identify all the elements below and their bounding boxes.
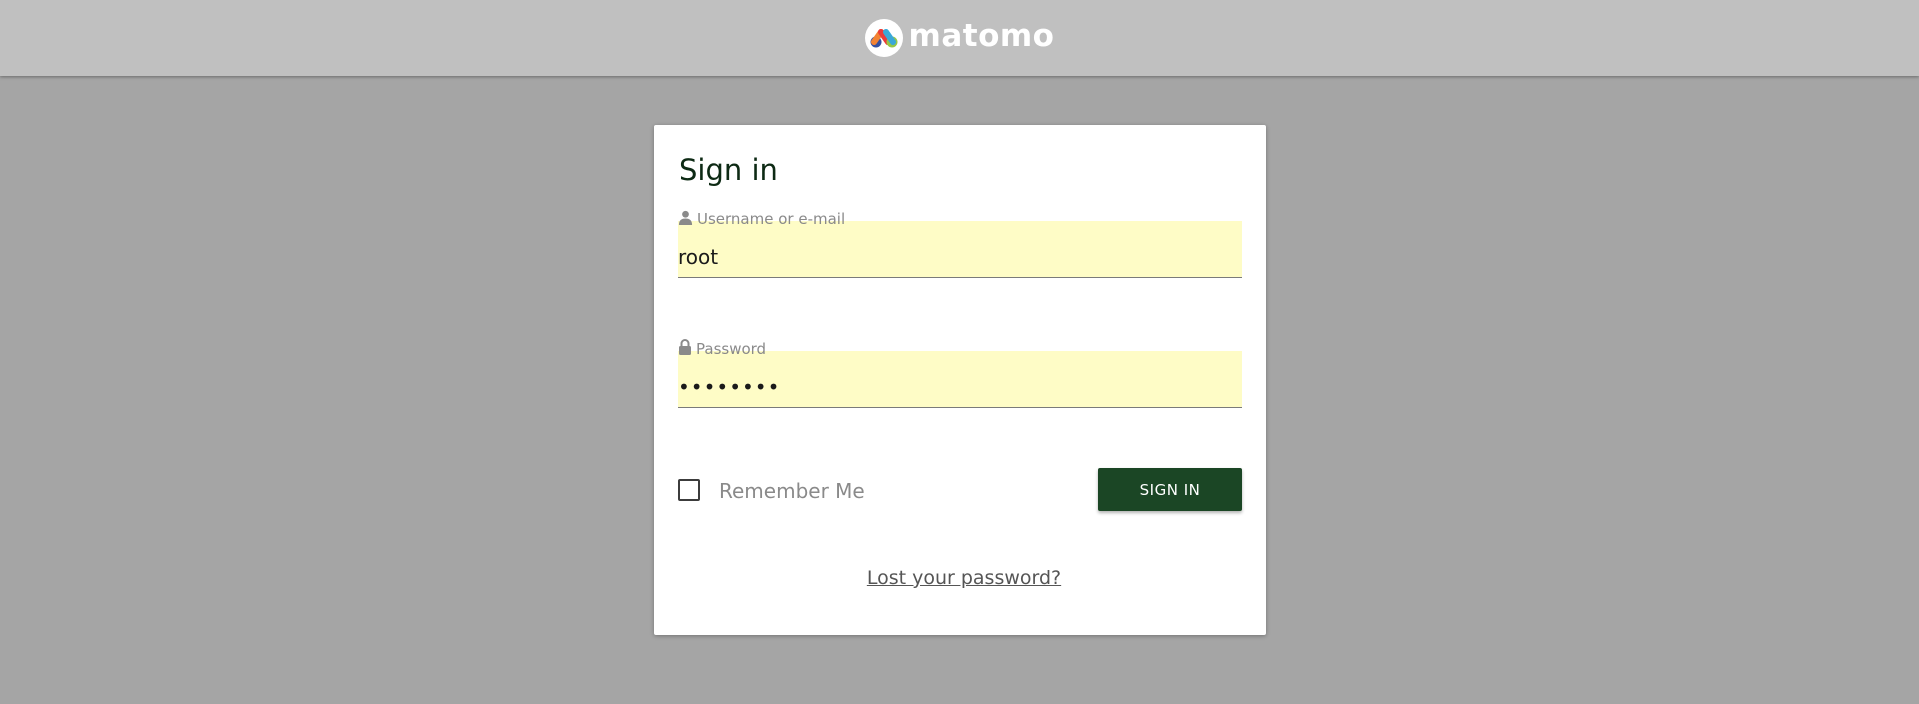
- login-card: Sign in Username or e-mail Password: [654, 125, 1266, 635]
- password-field: Password: [678, 339, 1242, 408]
- sign-in-button[interactable]: SIGN IN: [1098, 468, 1242, 511]
- user-icon: [678, 210, 693, 229]
- username-label: Username or e-mail: [678, 209, 1242, 229]
- remember-me-checkbox[interactable]: [678, 478, 700, 501]
- remember-me[interactable]: Remember Me: [678, 476, 865, 503]
- password-label-text: Password: [696, 340, 767, 358]
- lost-password-link[interactable]: Lost your password?: [867, 567, 1061, 589]
- password-input[interactable]: [678, 351, 1242, 408]
- matomo-logo-text: matomo: [908, 18, 1055, 54]
- matomo-logo-icon: [864, 19, 903, 57]
- remember-me-label[interactable]: Remember Me: [719, 479, 865, 503]
- page-title: Sign in: [679, 153, 778, 187]
- matomo-logo[interactable]: matomo: [864, 18, 1055, 57]
- username-label-text: Username or e-mail: [697, 210, 846, 228]
- password-label: Password: [678, 339, 1242, 359]
- username-input[interactable]: [678, 221, 1242, 278]
- lock-icon: [678, 339, 692, 359]
- top-header: matomo: [0, 0, 1919, 76]
- lost-password: Lost your password?: [658, 567, 1270, 589]
- username-field: Username or e-mail: [678, 209, 1242, 278]
